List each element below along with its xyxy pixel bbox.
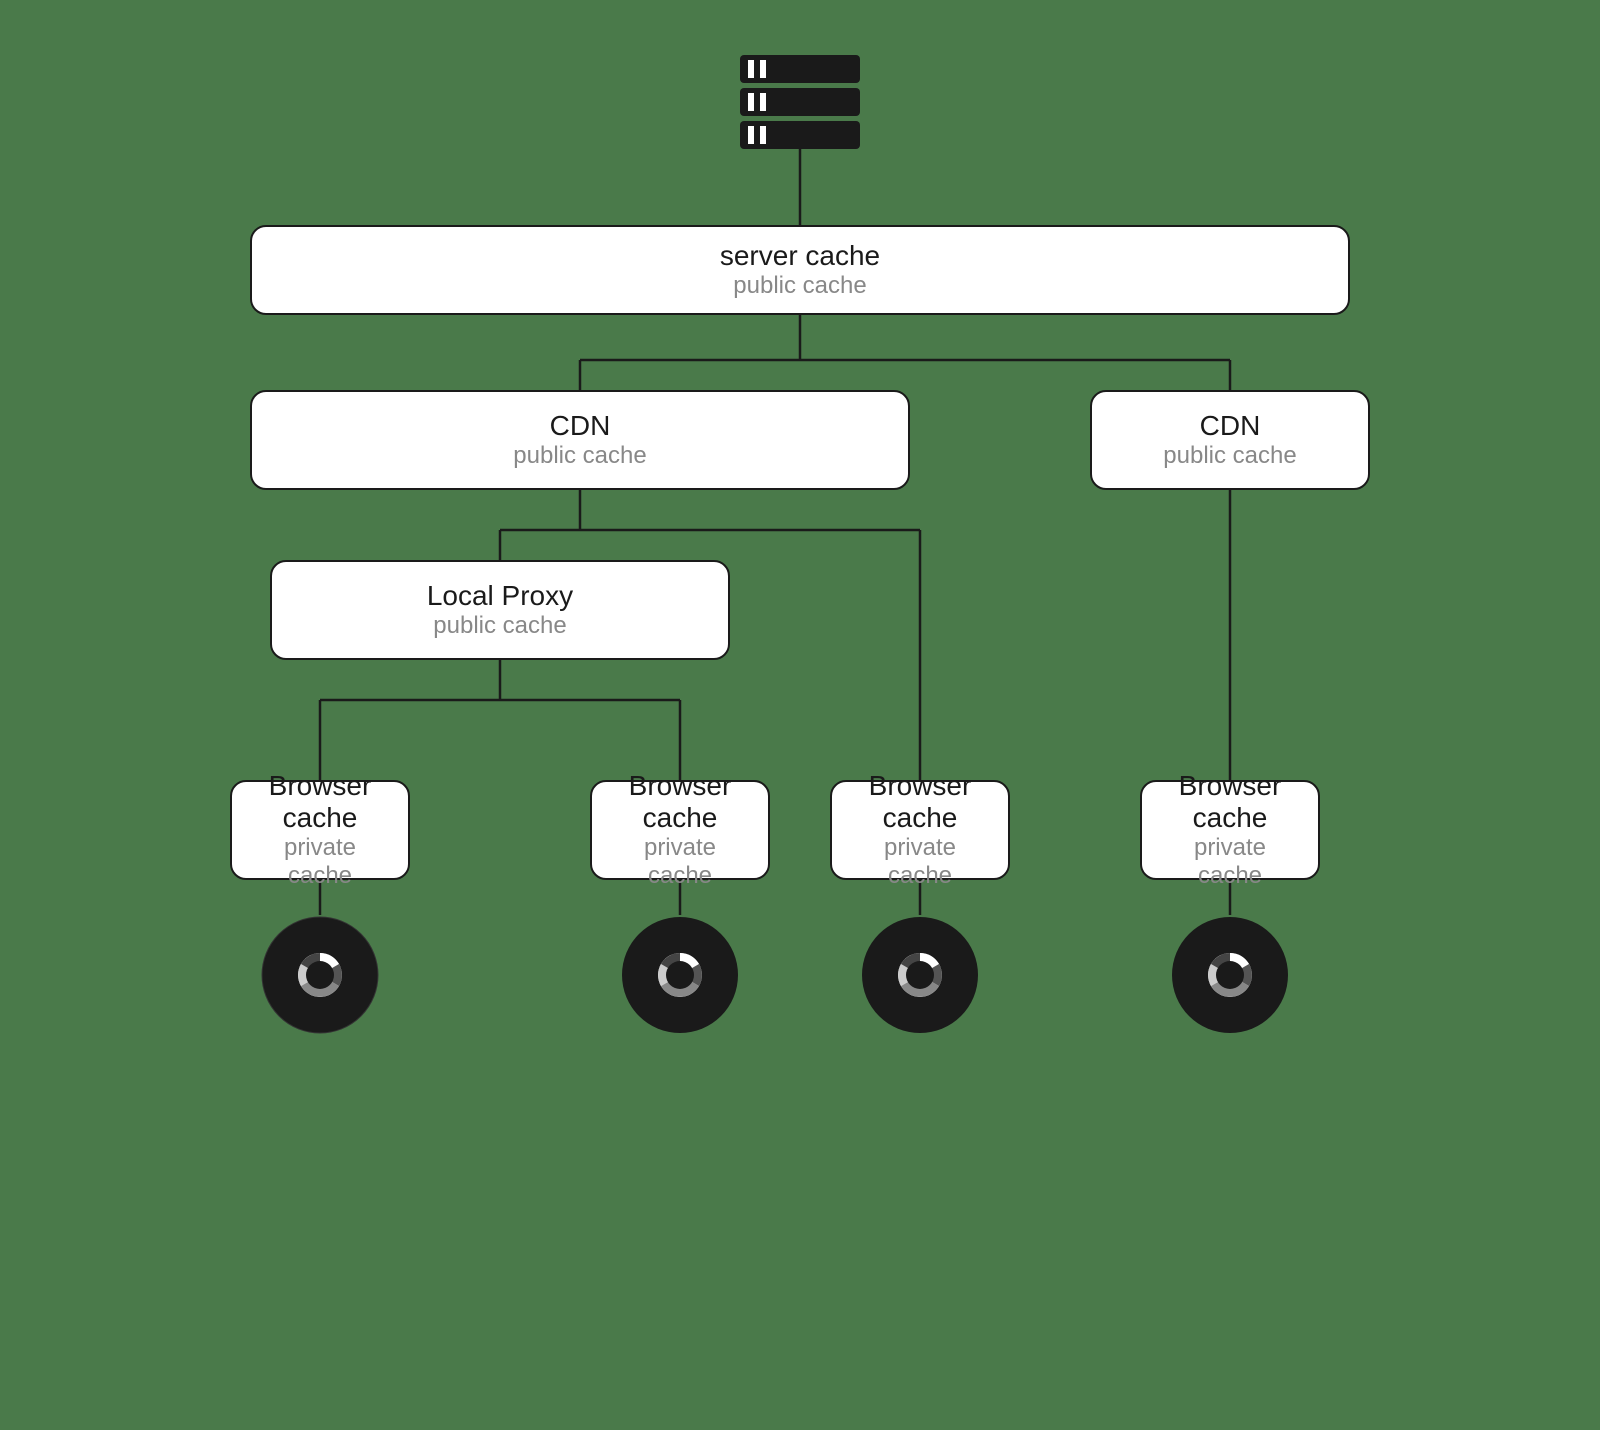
browser3-sublabel: private cache xyxy=(856,834,984,890)
local-proxy-label: Local Proxy xyxy=(427,580,573,612)
cdn-left-box: CDN public cache xyxy=(250,390,910,490)
chrome-icon-4 xyxy=(1170,915,1290,1035)
cdn-right-box: CDN public cache xyxy=(1090,390,1370,490)
cdn-right-sublabel: public cache xyxy=(1163,442,1296,470)
server-cache-label: server cache xyxy=(720,240,880,272)
browser2-label: Browser cache xyxy=(616,770,744,834)
browser1-label: Browser cache xyxy=(256,770,384,834)
chrome-icon-1 xyxy=(260,915,380,1035)
browser-cache-4-box: Browser cache private cache xyxy=(1140,780,1320,880)
local-proxy-sublabel: public cache xyxy=(433,612,566,640)
browser-cache-1-box: Browser cache private cache xyxy=(230,780,410,880)
server-cache-box: server cache public cache xyxy=(250,225,1350,315)
browser1-sublabel: private cache xyxy=(256,834,384,890)
cdn-left-sublabel: public cache xyxy=(513,442,646,470)
cdn-left-label: CDN xyxy=(550,410,611,442)
cache-hierarchy-diagram: server cache public cache CDN public cac… xyxy=(200,0,1400,1430)
local-proxy-box: Local Proxy public cache xyxy=(270,560,730,660)
browser4-label: Browser cache xyxy=(1166,770,1294,834)
chrome-icon-2 xyxy=(620,915,740,1035)
browser3-label: Browser cache xyxy=(856,770,984,834)
browser-cache-2-box: Browser cache private cache xyxy=(590,780,770,880)
server-cache-sublabel: public cache xyxy=(733,272,866,300)
browser4-sublabel: private cache xyxy=(1166,834,1294,890)
server-icon xyxy=(710,50,890,195)
browser-cache-3-box: Browser cache private cache xyxy=(830,780,1010,880)
browser2-sublabel: private cache xyxy=(616,834,744,890)
diagram-canvas: server cache public cache CDN public cac… xyxy=(220,40,1380,1390)
cdn-right-label: CDN xyxy=(1200,410,1261,442)
chrome-icon-3 xyxy=(860,915,980,1035)
